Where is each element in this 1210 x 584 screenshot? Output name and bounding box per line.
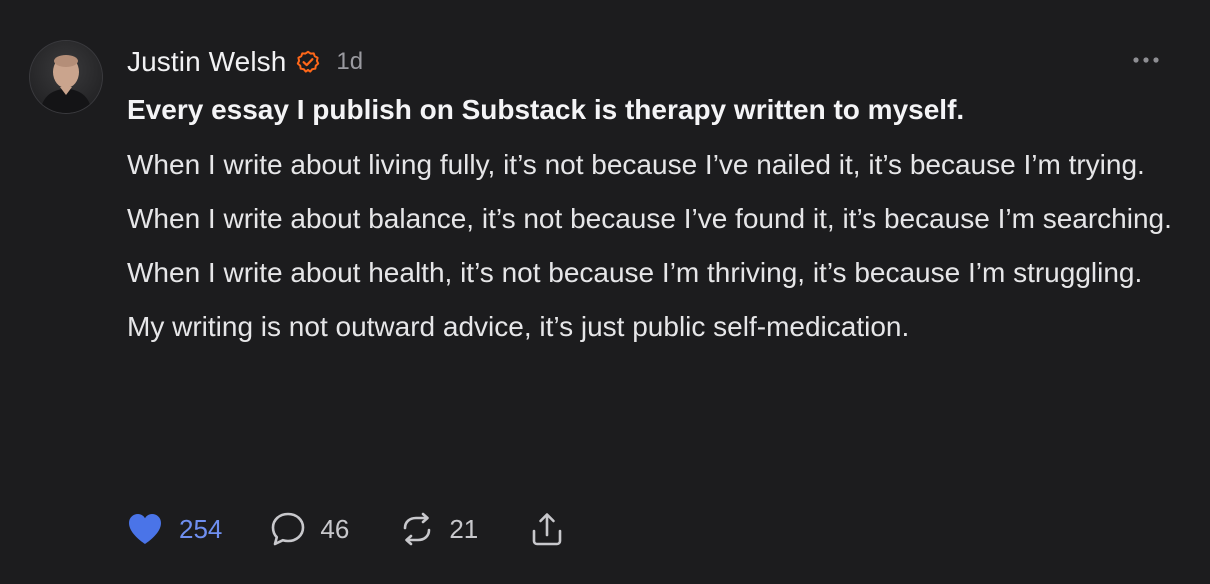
share-button[interactable] (530, 511, 564, 547)
post-card: Justin Welsh 1d Every essay I publish on… (0, 0, 1210, 584)
post-paragraph: When I write about health, it’s not beca… (127, 257, 1143, 288)
post-headline: Every essay I publish on Substack is the… (127, 94, 965, 125)
verified-badge-icon (296, 50, 320, 74)
author-name[interactable]: Justin Welsh (127, 46, 286, 78)
post-paragraph: My writing is not outward advice, it’s j… (127, 311, 910, 342)
restack-count: 21 (449, 513, 479, 544)
post-actions: 254 46 21 (127, 508, 564, 550)
avatar-image (30, 41, 102, 113)
comment-bubble-icon (270, 511, 306, 547)
like-count: 254 (179, 513, 223, 544)
post-paragraph: When I write about living fully, it’s no… (127, 149, 1145, 180)
comment-count: 46 (320, 513, 350, 544)
heart-icon (127, 512, 163, 546)
post-body: Every essay I publish on Substack is the… (127, 88, 1187, 348)
post-paragraph: When I write about balance, it’s not bec… (127, 203, 1172, 234)
share-icon (530, 511, 564, 547)
restack-icon (399, 511, 435, 547)
avatar[interactable] (30, 41, 102, 113)
comment-button[interactable]: 46 (270, 511, 349, 547)
restack-button[interactable]: 21 (399, 511, 478, 547)
post-header: Justin Welsh 1d (127, 42, 363, 82)
like-button[interactable]: 254 (127, 512, 222, 546)
post-timestamp: 1d (336, 48, 364, 75)
more-options-icon[interactable] (1130, 48, 1162, 72)
